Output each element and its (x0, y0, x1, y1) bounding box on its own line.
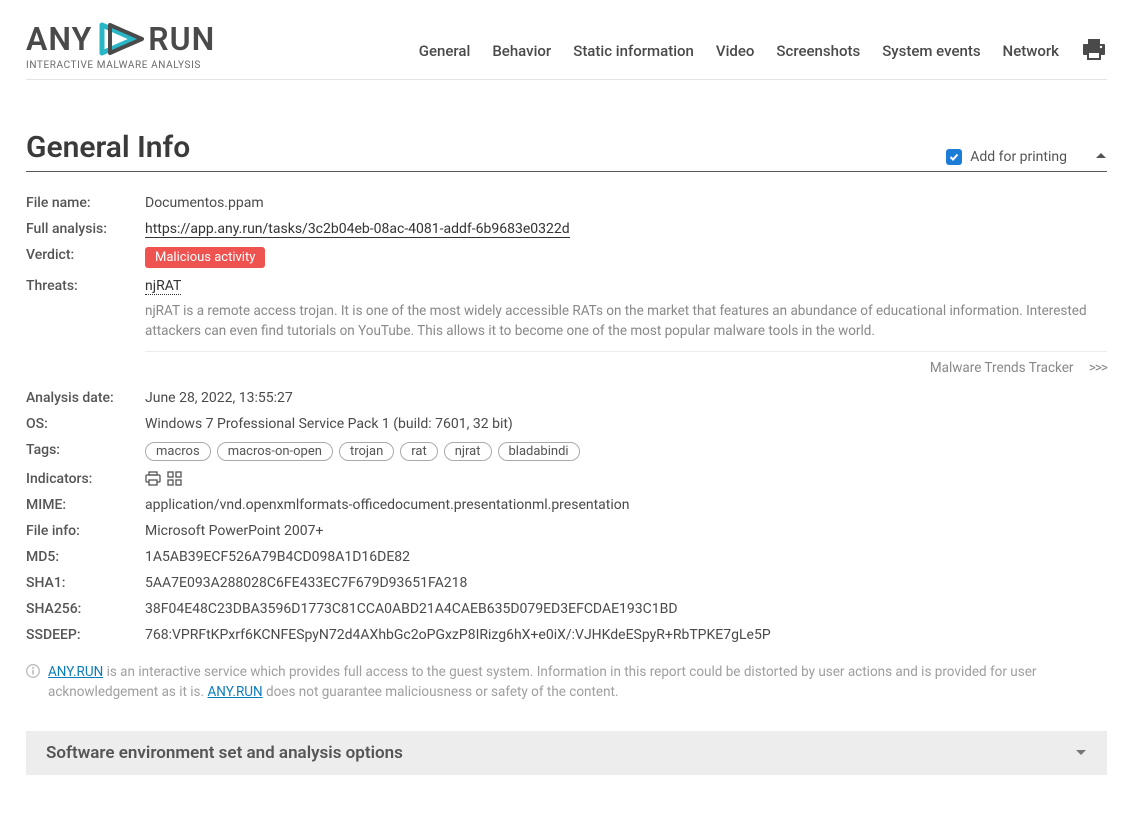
label-filename: File name: (26, 195, 145, 211)
row-threats: Threats: njRAT njRAT is a remote access … (26, 273, 1107, 385)
nav-network[interactable]: Network (1003, 42, 1059, 60)
malware-trends-link[interactable]: Malware Trends Tracker (930, 360, 1074, 376)
add-for-printing[interactable]: Add for printing (946, 149, 1107, 165)
info-icon (26, 664, 40, 678)
chevron-up-icon (1095, 151, 1107, 161)
row-fileinfo: File info: Microsoft PowerPoint 2007+ (26, 518, 1107, 544)
label-os: OS: (26, 416, 145, 432)
row-ssdeep: SSDEEP: 768:VPRFtKPxrf6KCNFESpyN72d4AXhb… (26, 622, 1107, 648)
row-os: OS: Windows 7 Professional Service Pack … (26, 411, 1107, 437)
nav-video[interactable]: Video (716, 42, 755, 60)
tag-rat[interactable]: rat (400, 442, 437, 461)
link-full-analysis[interactable]: https://app.any.run/tasks/3c2b04eb-08ac-… (145, 221, 570, 238)
section-header: General Info Add for printing (26, 130, 1107, 172)
add-print-checkbox[interactable] (946, 149, 962, 165)
threat-name-link[interactable]: njRAT (145, 278, 181, 295)
label-threats: Threats: (26, 278, 145, 294)
tags-list: macros macros-on-open trojan rat njrat b… (145, 442, 1107, 461)
disclaimer-text-2: does not guarantee maliciousness or safe… (263, 684, 619, 700)
value-sha256: 38F04E48C23DBA3596D1773C81CCA0ABD21A4CAE… (145, 601, 1107, 617)
section-title: General Info (26, 130, 190, 165)
value-os: Windows 7 Professional Service Pack 1 (b… (145, 416, 1107, 432)
label-verdict: Verdict: (26, 247, 145, 263)
printer-icon (1081, 37, 1107, 61)
row-tags: Tags: macros macros-on-open trojan rat n… (26, 437, 1107, 466)
nav-static[interactable]: Static information (573, 42, 694, 60)
nav-general[interactable]: General (419, 42, 471, 60)
value-mime: application/vnd.openxmlformats-officedoc… (145, 497, 1107, 513)
indicators-list (145, 471, 1107, 486)
label-full-analysis: Full analysis: (26, 221, 145, 237)
check-icon (949, 152, 959, 162)
label-md5: MD5: (26, 549, 145, 565)
disclaimer-text: ANY.RUN is an interactive service which … (48, 662, 1107, 703)
software-env-title: Software environment set and analysis op… (46, 743, 403, 763)
row-md5: MD5: 1A5AB39ECF526A79B4CD098A1D16DE82 (26, 544, 1107, 570)
disclaimer-link-2[interactable]: ANY.RUN (207, 684, 262, 700)
top-nav: General Behavior Static information Vide… (419, 37, 1107, 71)
row-full-analysis: Full analysis: https://app.any.run/tasks… (26, 216, 1107, 242)
nav-behavior[interactable]: Behavior (492, 42, 551, 60)
tag-njrat[interactable]: njrat (444, 442, 492, 461)
label-sha256: SHA256: (26, 601, 145, 617)
value-md5: 1A5AB39ECF526A79B4CD098A1D16DE82 (145, 549, 1107, 565)
grid-indicator-icon[interactable] (167, 471, 182, 486)
logo-text-any: ANY (26, 20, 92, 58)
label-indicators: Indicators: (26, 471, 145, 487)
malware-trends-arrows[interactable]: >>> (1089, 360, 1107, 376)
disclaimer: ANY.RUN is an interactive service which … (26, 662, 1107, 703)
value-filename: Documentos.ppam (145, 195, 1107, 211)
label-ssdeep: SSDEEP: (26, 627, 145, 643)
row-sha1: SHA1: 5AA7E093A288028C6FE433EC7F679D9365… (26, 570, 1107, 596)
tag-macros-on-open[interactable]: macros-on-open (217, 442, 333, 461)
label-mime: MIME: (26, 497, 145, 513)
label-fileinfo: File info: (26, 523, 145, 539)
value-analysis-date: June 28, 2022, 13:55:27 (145, 390, 1107, 406)
tag-trojan[interactable]: trojan (339, 442, 394, 461)
play-icon (96, 21, 144, 57)
row-verdict: Verdict: Malicious activity (26, 242, 1107, 273)
row-mime: MIME: application/vnd.openxmlformats-off… (26, 492, 1107, 518)
collapse-section-button[interactable] (1075, 149, 1107, 165)
logo-text-run: RUN (148, 20, 215, 58)
nav-system-events[interactable]: System events (882, 42, 980, 60)
value-fileinfo: Microsoft PowerPoint 2007+ (145, 523, 1107, 539)
disclaimer-link-1[interactable]: ANY.RUN (48, 664, 103, 680)
printer-indicator-icon[interactable] (145, 471, 161, 486)
tag-bladabindi[interactable]: bladabindi (498, 442, 580, 461)
software-env-panel[interactable]: Software environment set and analysis op… (26, 731, 1107, 775)
label-analysis-date: Analysis date: (26, 390, 145, 406)
value-ssdeep: 768:VPRFtKPxrf6KCNFESpyN72d4AXhbGc2oPGxz… (145, 627, 1107, 643)
info-table: File name: Documentos.ppam Full analysis… (26, 190, 1107, 648)
row-filename: File name: Documentos.ppam (26, 190, 1107, 216)
row-sha256: SHA256: 38F04E48C23DBA3596D1773C81CCA0AB… (26, 596, 1107, 622)
label-tags: Tags: (26, 442, 145, 458)
value-sha1: 5AA7E093A288028C6FE433EC7F679D93651FA218 (145, 575, 1107, 591)
logo[interactable]: ANY RUN INTERACTIVE MALWARE ANALYSIS (26, 20, 215, 71)
label-sha1: SHA1: (26, 575, 145, 591)
page-header: ANY RUN INTERACTIVE MALWARE ANALYSIS Gen… (26, 20, 1107, 80)
print-button[interactable] (1081, 37, 1107, 65)
nav-screenshots[interactable]: Screenshots (776, 42, 860, 60)
verdict-badge: Malicious activity (145, 247, 265, 268)
threat-description: njRAT is a remote access trojan. It is o… (145, 302, 1107, 352)
logo-subtitle: INTERACTIVE MALWARE ANALYSIS (26, 60, 215, 71)
chevron-down-icon (1075, 748, 1087, 758)
row-indicators: Indicators: (26, 466, 1107, 492)
add-print-label: Add for printing (970, 149, 1067, 165)
row-analysis-date: Analysis date: June 28, 2022, 13:55:27 (26, 385, 1107, 411)
tag-macros[interactable]: macros (145, 442, 211, 461)
